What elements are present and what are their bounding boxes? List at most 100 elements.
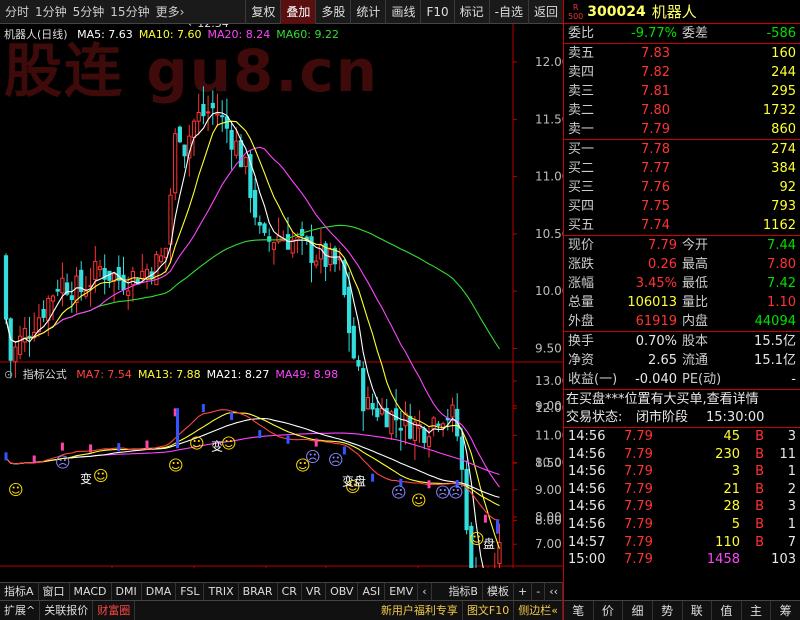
period-tab-1[interactable]: 1分钟 xyxy=(32,3,70,20)
big-order-notice[interactable]: 在买盘***位置有大买单,查看详情 xyxy=(564,389,800,408)
indicator-tab-5[interactable]: FSL xyxy=(176,583,205,600)
indicator-tab-0[interactable]: 指标A xyxy=(0,583,39,600)
candle-body xyxy=(173,133,178,194)
buy-row-1[interactable]: 买二 7.77 384 xyxy=(564,159,800,178)
tool-button-2[interactable]: 多股 xyxy=(315,0,350,24)
candle-body xyxy=(238,140,244,168)
sub-y-tick-label: 9.00 xyxy=(535,483,562,497)
main-chart-legend: 机器人(日线) MA5: 7.63 MA10: 7.60 MA20: 8.24 MA6… xyxy=(4,26,351,42)
buy-row-4[interactable]: 买五 7.74 1162 xyxy=(564,216,800,235)
period-tab-2[interactable]: 5分钟 xyxy=(70,3,108,20)
ext-right-tab-0[interactable]: 新用户福利专享 xyxy=(377,601,463,620)
sell-price: 7.81 xyxy=(641,84,670,99)
candle-body xyxy=(60,277,65,294)
candle-body xyxy=(159,255,164,263)
sell-row-3[interactable]: 卖二 7.80 1732 xyxy=(564,101,800,120)
panel-tab-0[interactable]: 笔 xyxy=(564,601,594,620)
tool-button-8[interactable]: 返回 xyxy=(527,0,563,24)
candle-body xyxy=(361,368,366,412)
period-tab-0[interactable]: 分时 xyxy=(2,3,32,20)
ma-legend-0: MA7: 7.54 xyxy=(76,368,132,381)
panel-tab-4[interactable]: 联 xyxy=(683,601,713,620)
signal-bar xyxy=(230,412,234,421)
frown-icon: ☹ xyxy=(305,448,321,466)
indicator-tab-2[interactable]: MACD xyxy=(70,583,112,600)
indicator-right-tab-1[interactable]: 模板 xyxy=(483,583,514,600)
tool-button-1[interactable]: 叠加 xyxy=(280,0,316,24)
sub-chart-collapse-icon[interactable]: ⊙ xyxy=(4,368,13,381)
signal-bar xyxy=(60,442,64,451)
indicator-tab-10[interactable]: OBV xyxy=(326,583,359,600)
ext-tab-1[interactable]: 关联报价 xyxy=(40,601,94,620)
indicator-right-tab-0[interactable]: 指标B xyxy=(444,583,483,600)
candle-body xyxy=(210,102,215,109)
tool-button-5[interactable]: F10 xyxy=(420,0,453,24)
candle-body xyxy=(257,222,262,226)
candle-body xyxy=(436,423,441,426)
ma-legend-1: MA13: 7.88 xyxy=(137,368,201,381)
period-tab-3[interactable]: 15分钟 xyxy=(107,3,152,20)
candle-body xyxy=(431,417,436,430)
sub-y-tick-label: 13.00 xyxy=(535,374,563,388)
candle-body xyxy=(234,140,239,156)
panel-tab-7[interactable]: 筹 xyxy=(771,601,800,620)
indicator-tab-1[interactable]: 窗口 xyxy=(39,583,70,600)
kline-chart-area[interactable]: 股连 gu8.cn 12.0011.5011.0010.5010.009.509… xyxy=(0,24,563,568)
tool-button-6[interactable]: 标记 xyxy=(453,0,489,24)
signal-text: 变盘 xyxy=(342,474,366,489)
candle-body xyxy=(267,236,272,242)
indicator-tab-6[interactable]: TRIX xyxy=(204,583,239,600)
ext-right-tab-2[interactable]: 侧边栏« xyxy=(514,601,563,620)
ext-tab-0[interactable]: 扩展^ xyxy=(0,601,41,620)
period-tab-4[interactable]: 更多› xyxy=(153,3,188,20)
indicator-tab-3[interactable]: DMI xyxy=(112,583,142,600)
ext-right-tabs: 新用户福利专享 图文F10 侧边栏« xyxy=(377,601,563,620)
sell-row-2[interactable]: 卖三 7.81 295 xyxy=(564,82,800,101)
tool-button-4[interactable]: 画线 xyxy=(385,0,420,24)
buy-row-0[interactable]: 买一 7.78 274 xyxy=(564,140,800,159)
panel-tab-3[interactable]: 势 xyxy=(653,601,683,620)
stat-row-0: 现价 7.79 今开 7.44 xyxy=(568,238,796,253)
indicator-tab-13[interactable]: ‹ xyxy=(418,583,432,600)
buy-row-3[interactable]: 买四 7.75 793 xyxy=(564,197,800,216)
signal-bar xyxy=(483,514,487,523)
indicator-right-tab-2[interactable]: + xyxy=(514,583,533,600)
indicator-right-tab-3[interactable]: - xyxy=(532,583,546,600)
kline-svg[interactable]: 12.0011.5011.0010.5010.009.509.008.508.0… xyxy=(0,24,563,568)
panel-tab-1[interactable]: 价 xyxy=(594,601,624,620)
buy-price: 7.77 xyxy=(641,161,670,176)
indicator-tab-9[interactable]: VR xyxy=(302,583,327,600)
panel-tab-2[interactable]: 细 xyxy=(623,601,653,620)
indicator-tab-12[interactable]: EMV xyxy=(385,583,419,600)
main-y-tick-label: 12.00 xyxy=(535,55,563,69)
smile-icon: ☺ xyxy=(411,492,427,510)
ext-tab-2[interactable]: 财富圈 xyxy=(93,601,136,620)
indicator-tab-8[interactable]: CR xyxy=(278,583,302,600)
tick-list[interactable]: 14:56 7.79 45 B 3 14:56 7.79 230 B 11 14:56 7.79 3 B 1… xyxy=(564,427,800,569)
indicator-tab-11[interactable]: ASI xyxy=(358,583,386,600)
tool-button-0[interactable]: 复权 xyxy=(245,0,280,24)
sell-volume: 244 xyxy=(771,65,796,80)
signal-bar xyxy=(258,430,262,439)
buy-price: 7.78 xyxy=(641,142,670,157)
buy-row-2[interactable]: 买三 7.76 92 xyxy=(564,178,800,197)
frown-icon: ☹ xyxy=(391,484,407,502)
candle-body xyxy=(140,270,145,280)
smile-icon: ☺ xyxy=(93,467,109,485)
tool-button-3[interactable]: 统计 xyxy=(350,0,385,24)
indicator-tab-4[interactable]: DMA xyxy=(142,583,177,600)
indicator-tab-7[interactable]: BRAR xyxy=(239,583,278,600)
main-y-tick-label: 10.50 xyxy=(535,227,563,241)
sell-row-0[interactable]: 卖五 7.83 160 xyxy=(564,44,800,63)
sell-row-4[interactable]: 卖一 7.79 860 xyxy=(564,120,800,139)
panel-tab-6[interactable]: 主 xyxy=(742,601,772,620)
share-row-2: 收益(一) -0.040 PE(动) - xyxy=(568,372,796,387)
ext-right-tab-1[interactable]: 图文F10 xyxy=(463,601,515,620)
candle-body xyxy=(351,325,356,359)
candle-body xyxy=(55,288,60,292)
indicator-right-tab-4[interactable]: ‹‹ xyxy=(545,583,563,600)
panel-tab-5[interactable]: 值 xyxy=(712,601,742,620)
sell-row-1[interactable]: 卖四 7.82 244 xyxy=(564,63,800,82)
signal-bar xyxy=(371,473,375,482)
tool-button-7[interactable]: -自选 xyxy=(488,0,528,24)
